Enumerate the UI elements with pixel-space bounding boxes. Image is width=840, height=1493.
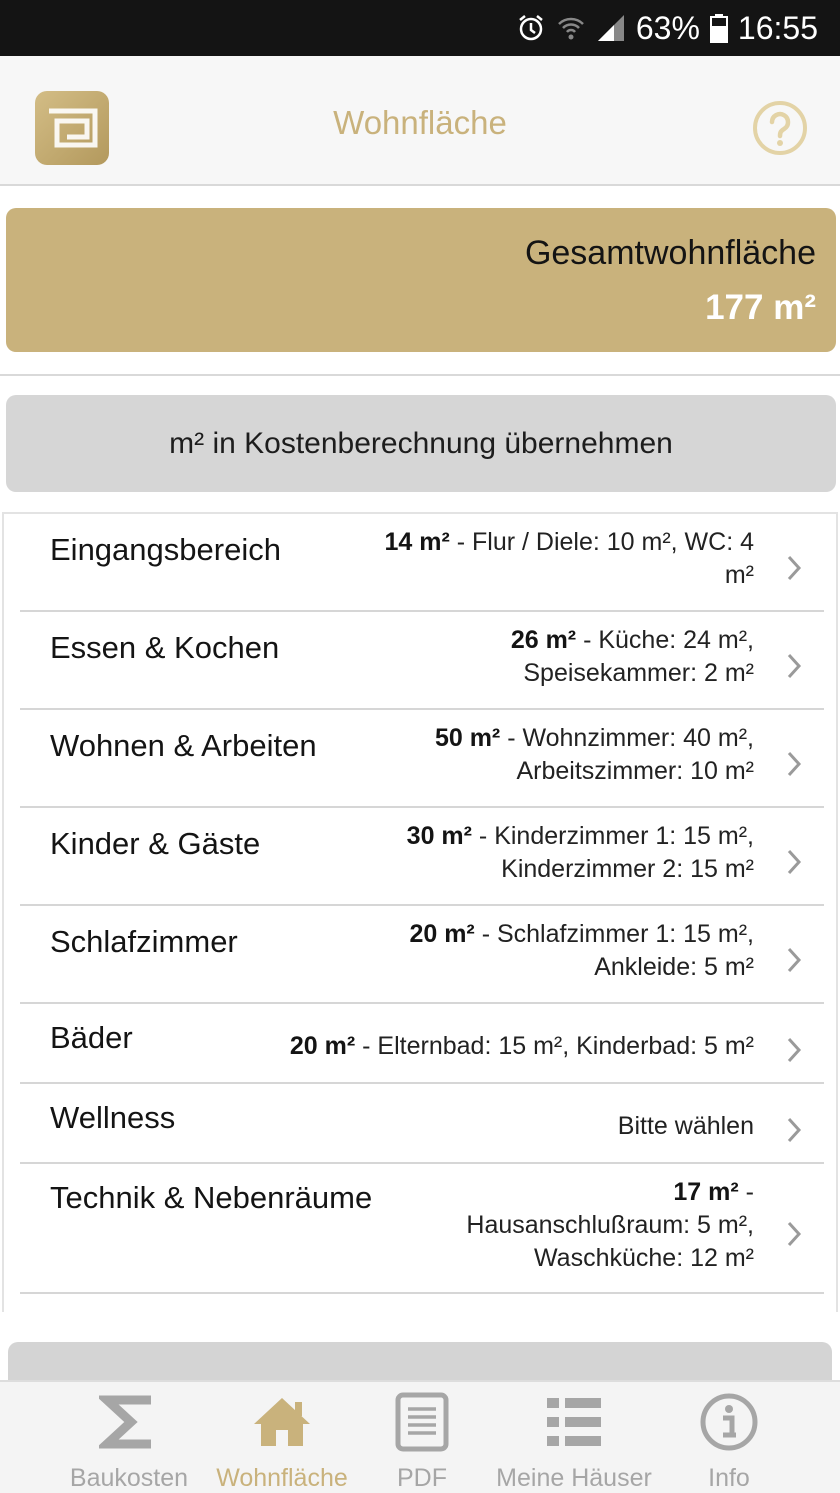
status-bar: 63% 16:55 — [0, 0, 840, 56]
nav-label: Baukosten — [69, 1464, 189, 1492]
room-row-technik-nebenraeume[interactable]: Technik & Nebenräume 17 m² - Hausanschluß… — [20, 1164, 824, 1294]
chevron-right-icon — [787, 1221, 802, 1247]
room-title: Wellness — [50, 1100, 176, 1135]
room-description: 30 m² - Kinderzimmer 1: 15 m², Kinderzimm… — [406, 822, 754, 883]
divider — [0, 374, 840, 376]
total-area-banner: Gesamtwohnfläche 177 m² — [6, 208, 836, 352]
app-header: Wohnfläche — [0, 56, 840, 186]
nav-pdf[interactable]: PDF — [372, 1382, 472, 1493]
nav-label: PDF — [397, 1464, 447, 1492]
room-row-essen-kochen[interactable]: Essen & Kochen 26 m² - Küche: 24 m², Spei… — [20, 612, 824, 710]
question-circle-icon[interactable] — [752, 100, 808, 156]
list-icon — [543, 1392, 605, 1457]
chevron-right-icon — [787, 1037, 802, 1063]
page-title: Wohnfläche — [333, 104, 507, 141]
chevron-right-icon — [787, 1117, 802, 1143]
room-size: 26 m² — [510, 626, 577, 654]
room-size: 20 m² — [409, 920, 475, 948]
apply-to-cost-calculation-button[interactable]: m² in Kostenberechnung übernehmen — [6, 395, 836, 492]
document-icon — [395, 1392, 449, 1457]
room-row-kinder-gaeste[interactable]: Kinder & Gäste 30 m² - Kinderzimmer 1: 1… — [20, 808, 824, 906]
room-size: 50 m² — [434, 724, 501, 752]
nav-label: Meine Häuser — [496, 1464, 652, 1492]
room-placeholder: Bitte wählen — [617, 1112, 754, 1140]
nav-wohnflaeche[interactable]: Wohnfläche — [206, 1382, 358, 1493]
chevron-right-icon — [787, 947, 802, 973]
room-description: 26 m² - Küche: 24 m², Speisekammer: 2 m² — [510, 626, 754, 687]
bottom-navigation: Baukosten Wohnfläche PDF Meine Häuser In — [0, 1380, 840, 1493]
room-title: Essen & Kochen — [50, 630, 280, 665]
room-description: 50 m² - Wohnzimmer: 40 m², Arbeitszimmer:… — [434, 724, 754, 785]
house-icon — [251, 1392, 313, 1457]
room-title: Schlafzimmer — [50, 924, 238, 959]
sigma-icon — [95, 1392, 159, 1457]
room-row-baeder[interactable]: Bäder 20 m² - Elternbad: 15 m², Kinderba… — [20, 1004, 824, 1084]
nav-info[interactable]: Info — [682, 1382, 776, 1493]
alarm-icon — [516, 13, 546, 43]
clock: 16:55 — [737, 9, 818, 46]
room-title: Bäder — [50, 1020, 133, 1055]
room-row-wellness[interactable]: Wellness Bitte wählen — [20, 1084, 824, 1164]
status-icons: 63% 16:55 — [516, 0, 818, 56]
chevron-right-icon — [787, 555, 802, 581]
battery-percent: 63% — [635, 9, 700, 46]
wifi-icon — [556, 13, 586, 43]
total-area-label: Gesamtwohnfläche — [524, 234, 816, 272]
signal-icon — [596, 13, 626, 43]
info-icon — [699, 1392, 759, 1457]
battery-icon — [709, 13, 728, 43]
chevron-right-icon — [787, 653, 802, 679]
room-description: 20 m² - Elternbad: 15 m², Kinderbad: 5 m… — [289, 1032, 754, 1060]
room-title: Eingangsbereich — [50, 532, 281, 567]
nav-label: Wohnfläche — [216, 1464, 348, 1492]
room-row-eingangsbereich[interactable]: Eingangsbereich 14 m² - Flur / Diele: 10… — [20, 514, 824, 612]
nav-meine-haeuser[interactable]: Meine Häuser — [484, 1382, 664, 1493]
room-row-wohnen-arbeiten[interactable]: Wohnen & Arbeiten 50 m² - Wohnzimmer: 40… — [20, 710, 824, 808]
room-size: 20 m² — [289, 1032, 356, 1060]
nav-label: Info — [708, 1464, 750, 1492]
room-size: 14 m² — [384, 528, 450, 556]
chevron-right-icon — [787, 751, 802, 777]
room-title: Wohnen & Arbeiten — [50, 728, 317, 763]
room-title: Technik & Nebenräume — [50, 1180, 373, 1215]
room-size: 17 m² — [673, 1178, 739, 1206]
room-list: Eingangsbereich 14 m² - Flur / Diele: 10… — [2, 512, 838, 1312]
room-row-schlafzimmer[interactable]: Schlafzimmer 20 m² - Schlafzimmer 1: 15 … — [20, 906, 824, 1004]
total-area-value: 177 m² — [705, 288, 816, 327]
room-title: Kinder & Gäste — [50, 826, 261, 861]
room-size: 30 m² — [406, 822, 472, 850]
room-description: 14 m² - Flur / Diele: 10 m², WC: 4 m² — [384, 528, 754, 589]
screen: 63% 16:55 Wohnfläche Gesamtwohnfläche 17… — [0, 0, 840, 1493]
room-description: 17 m² - Hausanschlußraum: 5 m², Waschküche… — [466, 1178, 754, 1272]
nav-baukosten[interactable]: Baukosten — [58, 1382, 200, 1493]
room-description: 20 m² - Schlafzimmer 1: 15 m², Ankleide: … — [409, 920, 754, 981]
chevron-right-icon — [787, 849, 802, 875]
